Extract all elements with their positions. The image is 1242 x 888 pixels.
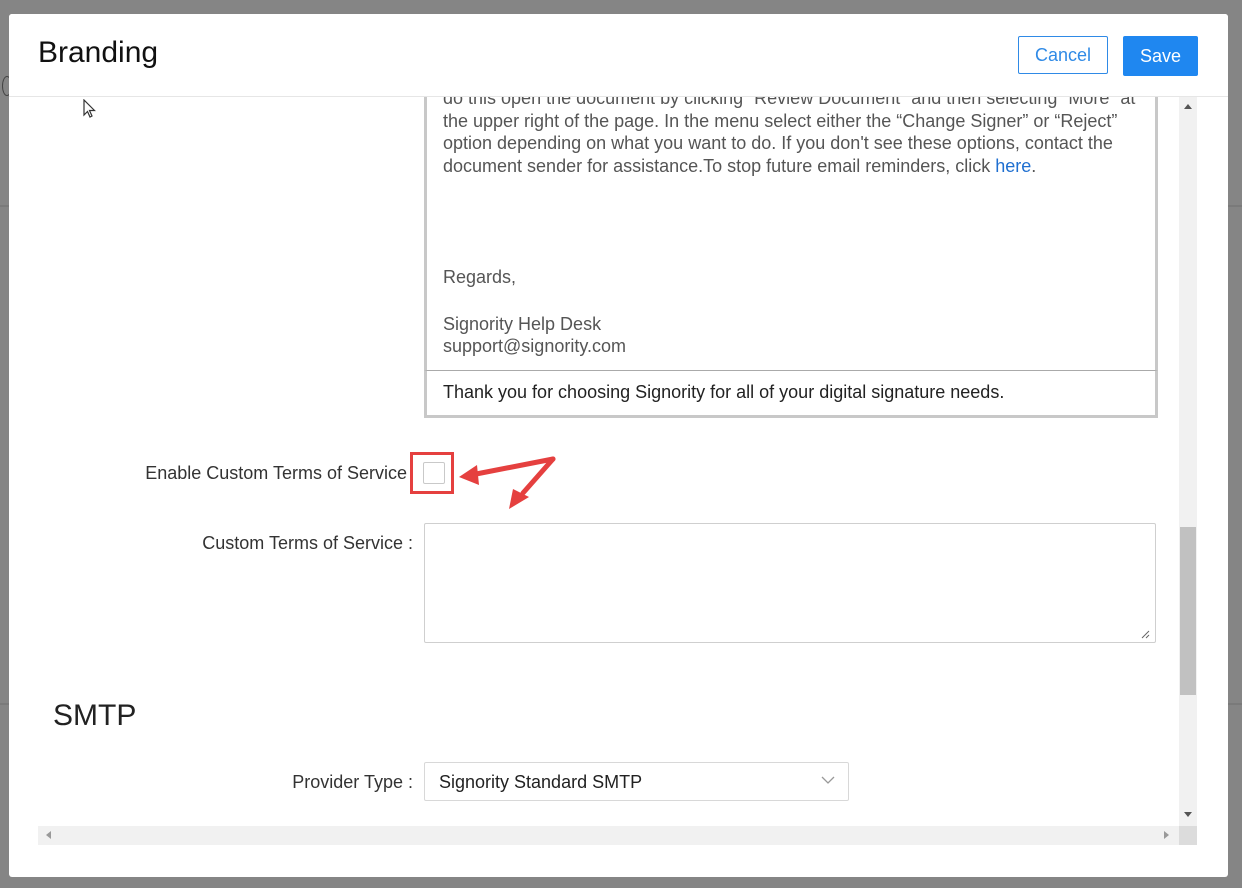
signature-email: support@signority.com [443, 336, 627, 356]
scroll-right-arrow-icon[interactable] [1164, 831, 1169, 839]
email-body-line: option depending on what you want to do.… [443, 133, 1113, 153]
annotation-arrows-icon [459, 456, 556, 509]
modal-body[interactable]: do this open the document by clicking “R… [9, 97, 1228, 827]
scrollbar-corner [1179, 826, 1197, 845]
provider-type-value: Signority Standard SMTP [439, 772, 643, 792]
email-body-text: . [1031, 155, 1037, 176]
signature-name: Signority Help Desk [443, 314, 602, 334]
custom-terms-label: Custom Terms of Service : [202, 533, 413, 553]
cancel-button[interactable]: Cancel [1018, 36, 1108, 74]
scroll-down-arrow-icon[interactable] [1184, 812, 1192, 817]
chevron-down-icon [821, 776, 835, 784]
custom-terms-textarea[interactable] [424, 523, 1156, 643]
email-body-line: document sender for assistance.To stop f… [443, 155, 1143, 178]
unsubscribe-link[interactable]: here [995, 156, 1031, 176]
branding-modal: Branding Cancel Save do this open the do… [9, 14, 1228, 877]
enable-custom-terms-label: Enable Custom Terms of Service [145, 463, 407, 483]
scroll-up-arrow-icon[interactable] [1184, 104, 1192, 109]
horizontal-scrollbar[interactable] [38, 826, 1179, 845]
email-regards: Regards, [443, 267, 517, 287]
vertical-scroll-thumb[interactable] [1180, 527, 1196, 695]
provider-type-select[interactable]: Signority Standard SMTP [424, 762, 849, 801]
email-preview-body: do this open the document by clicking “R… [443, 97, 1143, 177]
resize-grip-icon[interactable] [1140, 629, 1150, 639]
email-body-text: document sender for assistance.To stop f… [443, 155, 996, 176]
email-footer-box: Thank you for choosing Signority for all… [424, 370, 1158, 418]
email-body-line: the upper right of the page. In the menu… [443, 110, 1118, 131]
email-body-line: do this open the document by clicking “R… [443, 97, 1136, 108]
mouse-cursor-icon [83, 99, 96, 118]
smtp-section-title: SMTP [53, 699, 137, 732]
modal-title: Branding [38, 36, 159, 69]
email-signature: Signority Help Desk support@signority.co… [443, 313, 626, 357]
provider-type-label: Provider Type : [292, 772, 413, 792]
save-button[interactable]: Save [1123, 36, 1198, 76]
vertical-scrollbar[interactable] [1179, 97, 1197, 827]
modal-header: Branding Cancel Save [9, 14, 1228, 97]
email-footer-text: Thank you for choosing Signority for all… [443, 382, 1005, 402]
scroll-left-arrow-icon[interactable] [46, 831, 51, 839]
email-preview-box: do this open the document by clicking “R… [424, 97, 1158, 371]
enable-custom-terms-checkbox[interactable] [423, 462, 445, 484]
